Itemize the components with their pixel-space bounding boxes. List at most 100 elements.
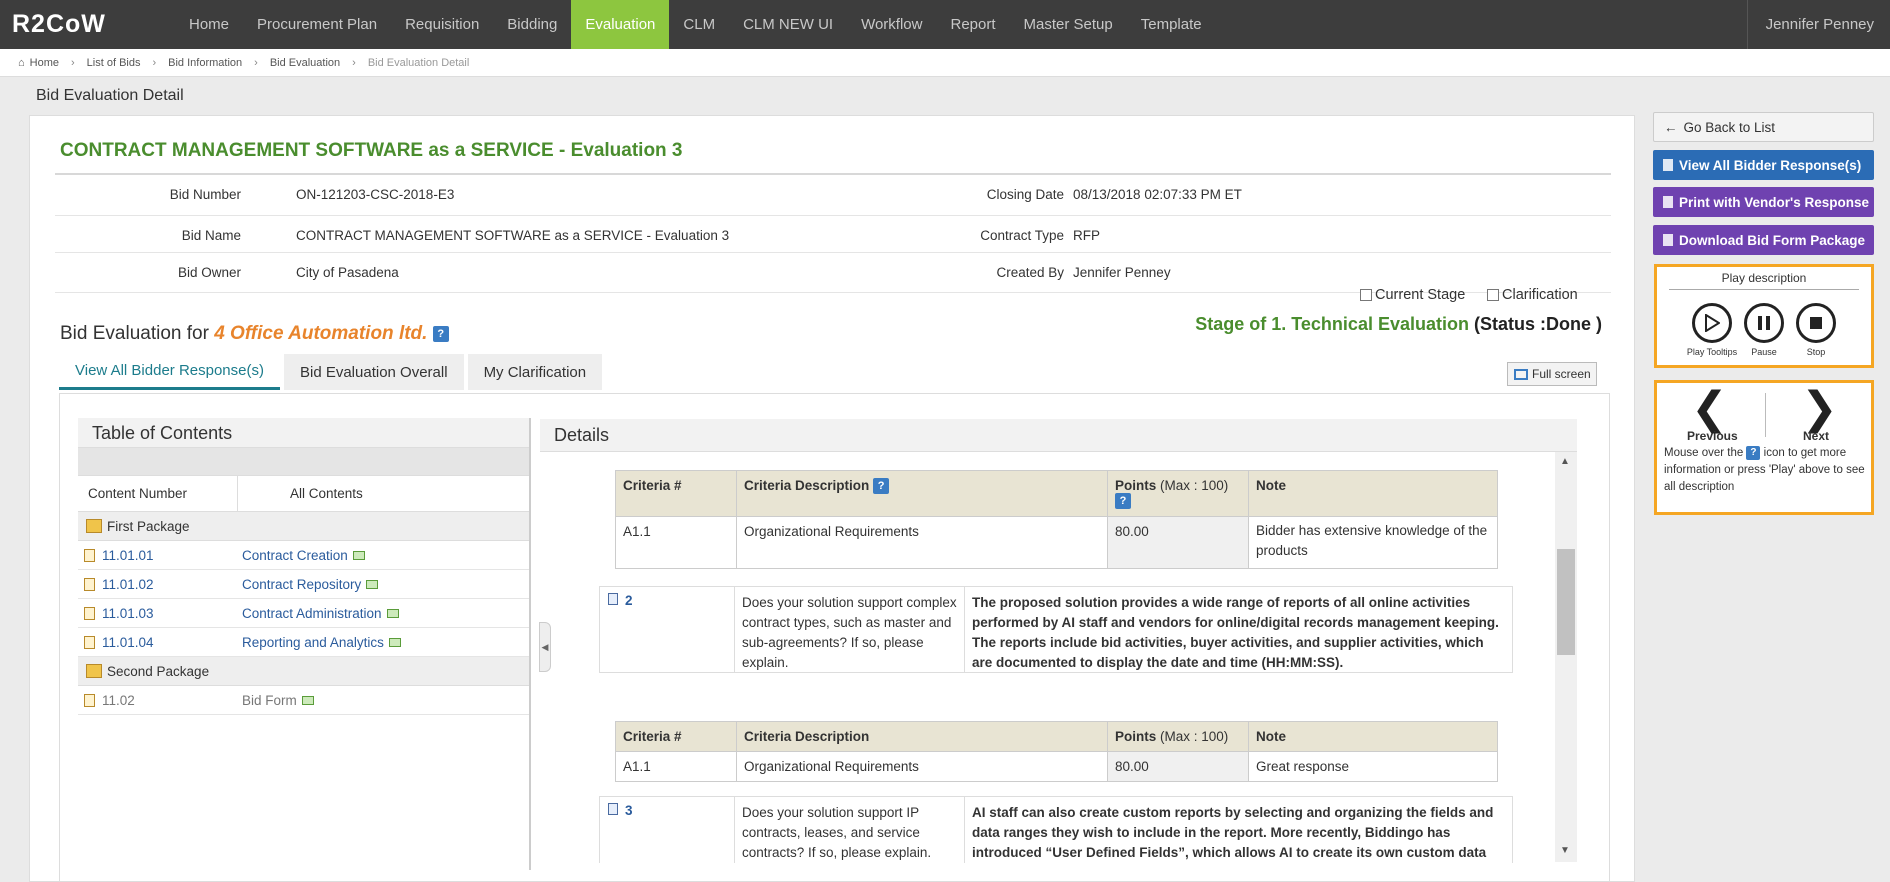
question-text: Does your solution support complex contr… [735,587,965,672]
toc-item-number[interactable]: 11.01.03 [102,606,242,621]
breadcrumb-bid-information[interactable]: Bid Information [168,57,242,69]
criteria-header: Criteria # Criteria Description Points (… [616,722,1497,751]
play-button[interactable] [1692,303,1732,343]
toc-item-name[interactable]: Contract Repository [242,577,361,592]
checkbox-icon[interactable] [1360,289,1372,301]
points-header: Points (Max : 100) [1108,722,1249,751]
toc-item-number[interactable]: 11.01.04 [102,635,242,650]
pause-button[interactable] [1744,303,1784,343]
menu-clm[interactable]: CLM [669,0,729,49]
criteria-desc: Organizational Requirements [737,752,1108,781]
user-menu[interactable]: Jennifer Penney [1746,0,1890,49]
checkbox-icon[interactable] [1487,289,1499,301]
menu-clm-new-ui[interactable]: CLM NEW UI [729,0,847,49]
toc-item-number[interactable]: 11.01.02 [102,577,242,592]
breadcrumb-list-of-bids[interactable]: List of Bids [87,57,141,69]
answer-text: The proposed solution provides a wide ra… [972,595,1499,670]
toc-item-name[interactable]: Contract Creation [242,548,348,563]
menu-template[interactable]: Template [1127,0,1216,49]
col-all-contents: All Contents [290,486,363,501]
table-of-contents: Table of Contents Content Number All Con… [78,418,531,870]
toc-item-name[interactable]: Contract Administration [242,606,382,621]
package-icon [86,519,102,533]
menu-procurement-plan[interactable]: Procurement Plan [243,0,391,49]
toc-title: Table of Contents [78,418,529,448]
breadcrumb-home[interactable]: Home [30,57,59,69]
help-icon[interactable]: ? [1746,445,1761,460]
toc-item[interactable]: 11.01.01 Contract Creation [78,541,529,570]
tab-my-clarification[interactable]: My Clarification [467,354,603,390]
scroll-up-icon[interactable]: ▲ [1560,456,1570,467]
previous-icon[interactable]: ❮ [1691,387,1728,431]
download-icon [1663,234,1673,246]
breadcrumb-bid-evaluation[interactable]: Bid Evaluation [270,57,340,69]
question-number-label[interactable]: 2 [625,593,633,608]
current-stage-checkbox[interactable]: Current Stage [1360,287,1465,303]
stage-status: (Status :Done ) [1474,314,1602,334]
menu-evaluation[interactable]: Evaluation [571,0,670,49]
download-label: Download Bid Form Package [1679,232,1866,248]
menu-master-setup[interactable]: Master Setup [1010,0,1127,49]
print-button[interactable]: Print with Vendor's Response [1653,187,1874,217]
bid-owner-label: Bid Owner [177,265,241,280]
evaluation-for-label: Bid Evaluation for [60,323,209,344]
document-icon [84,577,95,591]
menu-requisition[interactable]: Requisition [391,0,493,49]
navigation-panel: ❮ Previous ❯ Next Mouse over the ? icon … [1654,380,1874,515]
logo[interactable]: R2CoW [0,0,175,49]
grid-icon [352,550,365,560]
collapse-toc-handle[interactable]: ◀ [539,622,551,672]
package-icon [86,664,102,678]
main-menu: Home Procurement Plan Requisition Biddin… [175,0,1216,49]
pause-label: Pause [1751,347,1777,357]
bid-name-label: Bid Name [181,228,241,243]
toc-item-name[interactable]: Reporting and Analytics [242,635,384,650]
stage-label: Stage of 1. Technical Evaluation (Status… [1195,314,1602,335]
tab-bid-evaluation-overall[interactable]: Bid Evaluation Overall [283,354,464,390]
scroll-down-icon[interactable]: ▼ [1560,845,1570,856]
details-scrollbar[interactable]: ▲ ▼ [1555,452,1577,862]
question-row: 2 Does your solution support complex con… [599,586,1513,673]
tab-view-all-bidder-responses[interactable]: View All Bidder Response(s) [59,354,280,390]
scroll-thumb[interactable] [1557,549,1575,655]
help-icon[interactable]: ? [432,325,449,342]
criteria-num: A1.1 [616,752,737,781]
toc-item-number[interactable]: 11.01.01 [102,548,242,563]
stop-label: Stop [1806,347,1826,357]
toc-item-name[interactable]: Bid Form [242,693,297,708]
package-row[interactable]: Second Package [78,657,529,686]
menu-report[interactable]: Report [936,0,1009,49]
view-all-responses-button[interactable]: View All Bidder Response(s) [1653,150,1874,180]
vendor-name: 4 Office Automation ltd. [214,323,428,344]
next-icon[interactable]: ❯ [1801,387,1838,431]
current-stage-label: Current Stage [1375,287,1466,303]
question-number[interactable]: 3 [600,797,735,863]
package-row[interactable]: First Package [78,512,529,541]
next-label[interactable]: Next [1803,429,1829,443]
toc-item[interactable]: 11.02 Bid Form [78,686,529,715]
pause-icon [1758,316,1770,330]
question-number-label[interactable]: 3 [625,803,633,818]
question-number[interactable]: 2 [600,587,735,672]
toc-item-number[interactable]: 11.02 [102,693,242,708]
bid-number-value: ON-121203-CSC-2018-E3 [296,187,455,202]
criteria-desc-header: Criteria Description [737,722,1108,751]
criteria-desc-header: Criteria Description ? [737,471,1108,517]
grid-icon [386,608,399,618]
help-icon[interactable]: ? [1115,493,1131,510]
fullscreen-button[interactable]: Full screen [1507,362,1597,386]
previous-label[interactable]: Previous [1687,429,1738,443]
toc-item[interactable]: 11.01.03 Contract Administration [78,599,529,628]
clarification-checkbox[interactable]: Clarification [1487,287,1578,303]
menu-workflow[interactable]: Workflow [847,0,936,49]
help-icon[interactable]: ? [873,478,890,495]
menu-bidding[interactable]: Bidding [493,0,571,49]
go-back-button[interactable]: ← Go Back to List [1653,112,1874,142]
toc-item[interactable]: 11.01.04 Reporting and Analytics [78,628,529,657]
criteria-table: Criteria # Criteria Description Points (… [615,721,1498,782]
stop-button[interactable] [1796,303,1836,343]
toc-item[interactable]: 11.01.02 Contract Repository [78,570,529,599]
download-package-button[interactable]: Download Bid Form Package [1653,225,1874,255]
menu-home[interactable]: Home [175,0,243,49]
go-back-label: Go Back to List [1683,119,1776,135]
